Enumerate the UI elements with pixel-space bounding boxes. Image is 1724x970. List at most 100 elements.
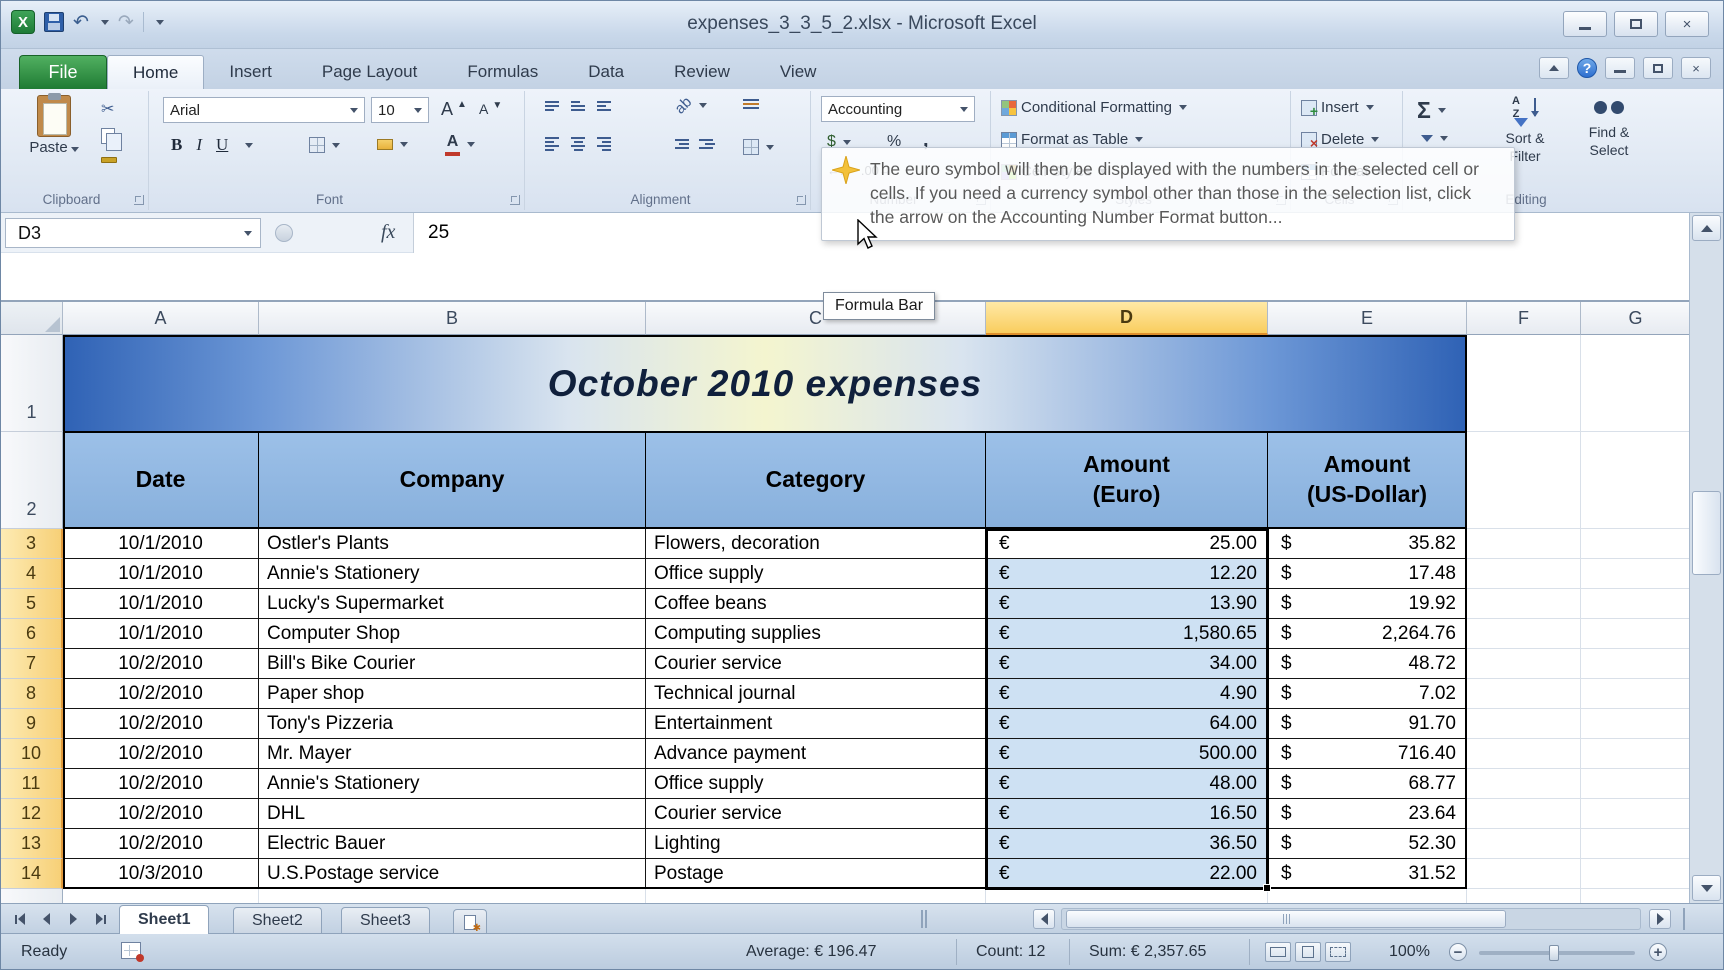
align-center-icon[interactable] — [571, 137, 585, 151]
cell-category[interactable]: Postage — [646, 859, 986, 889]
cell-date[interactable]: 10/1/2010 — [63, 559, 259, 589]
row-header[interactable]: 13 — [1, 829, 63, 859]
minimize-button[interactable] — [1563, 11, 1607, 37]
font-color-button[interactable]: A — [445, 133, 475, 156]
orientation-button[interactable]: ab — [671, 94, 707, 117]
row-header[interactable]: 5 — [1, 589, 63, 619]
cell-category[interactable]: Advance payment — [646, 739, 986, 769]
zoom-in-button[interactable]: + — [1649, 943, 1667, 961]
cell-euro[interactable]: €12.20 — [986, 559, 1268, 589]
cell-euro[interactable]: €4.90 — [986, 679, 1268, 709]
page-break-view-button[interactable] — [1325, 942, 1351, 962]
sheet-tab-sheet3[interactable]: Sheet3 — [341, 907, 430, 934]
alignment-dialog-launcher-icon[interactable] — [796, 195, 806, 205]
cell-f[interactable] — [1467, 589, 1581, 619]
paste-button[interactable]: Paste — [25, 93, 83, 156]
cell-usd[interactable]: $52.30 — [1268, 829, 1467, 859]
wrap-text-button[interactable] — [743, 99, 759, 109]
cell-usd[interactable]: $17.48 — [1268, 559, 1467, 589]
cell-g[interactable] — [1581, 559, 1691, 589]
increase-indent-icon[interactable] — [699, 139, 715, 149]
column-header-b[interactable]: B — [259, 302, 646, 335]
row-header-2[interactable]: 2 — [1, 432, 63, 529]
cell-usd[interactable]: $68.77 — [1268, 769, 1467, 799]
cell-euro[interactable]: €34.00 — [986, 649, 1268, 679]
select-all-corner[interactable] — [1, 302, 63, 335]
horizontal-scroll-thumb[interactable] — [1066, 910, 1506, 928]
cell-category[interactable]: Flowers, decoration — [646, 529, 986, 559]
insert-worksheet-button[interactable] — [453, 909, 487, 934]
tab-formulas[interactable]: Formulas — [442, 55, 563, 89]
cell-g[interactable] — [1581, 859, 1691, 889]
collapse-ribbon-button[interactable] — [1539, 57, 1569, 79]
bold-icon[interactable]: B — [171, 135, 182, 155]
align-left-icon[interactable] — [545, 137, 559, 151]
tab-review[interactable]: Review — [649, 55, 755, 89]
cell-g1[interactable] — [1581, 335, 1691, 432]
cell-usd[interactable]: $91.70 — [1268, 709, 1467, 739]
fill-button[interactable] — [1421, 135, 1448, 142]
cell-euro[interactable]: €36.50 — [986, 829, 1268, 859]
cell-usd[interactable]: $35.82 — [1268, 529, 1467, 559]
row-header[interactable]: 6 — [1, 619, 63, 649]
tab-home[interactable]: Home — [107, 55, 205, 89]
cell-f[interactable] — [1467, 799, 1581, 829]
cell-category[interactable]: Technical journal — [646, 679, 986, 709]
cell-date[interactable]: 10/1/2010 — [63, 619, 259, 649]
tab-insert[interactable]: Insert — [204, 55, 297, 89]
cell-usd[interactable]: $31.52 — [1268, 859, 1467, 889]
tab-data[interactable]: Data — [563, 55, 649, 89]
cut-icon[interactable]: ✂ — [101, 99, 117, 119]
cell-usd[interactable]: $23.64 — [1268, 799, 1467, 829]
cell[interactable] — [1581, 889, 1691, 904]
cell[interactable] — [1268, 889, 1467, 904]
cell-date[interactable]: 10/2/2010 — [63, 799, 259, 829]
cell-f[interactable] — [1467, 709, 1581, 739]
column-header-e[interactable]: E — [1268, 302, 1467, 335]
worksheet-title-cell[interactable]: October 2010 expenses — [63, 335, 1467, 432]
italic-icon[interactable]: I — [196, 135, 202, 155]
cell[interactable] — [63, 889, 259, 904]
cell-date[interactable]: 10/3/2010 — [63, 859, 259, 889]
font-dialog-launcher-icon[interactable] — [510, 195, 520, 205]
column-header-a[interactable]: A — [63, 302, 259, 335]
row-header[interactable]: 9 — [1, 709, 63, 739]
cell-usd[interactable]: $48.72 — [1268, 649, 1467, 679]
cell-euro[interactable]: €13.90 — [986, 589, 1268, 619]
header-amount-euro[interactable]: Amount (Euro) — [986, 432, 1268, 529]
align-middle-icon[interactable] — [571, 101, 585, 111]
page-layout-view-button[interactable] — [1295, 942, 1321, 962]
autosum-button[interactable]: Σ — [1417, 97, 1446, 124]
cell-company[interactable]: Bill's Bike Courier — [259, 649, 646, 679]
format-painter-icon[interactable] — [101, 157, 117, 163]
cell-f[interactable] — [1467, 679, 1581, 709]
workbook-close-button[interactable]: × — [1681, 57, 1711, 79]
zoom-out-button[interactable]: − — [1449, 943, 1467, 961]
underline-caret-icon[interactable] — [245, 142, 254, 148]
underline-icon[interactable]: U — [216, 135, 228, 155]
hscroll-left-button[interactable] — [1033, 909, 1055, 929]
cell-date[interactable]: 10/2/2010 — [63, 769, 259, 799]
shrink-font-button[interactable]: A ▼ — [479, 100, 502, 118]
cell-f[interactable] — [1467, 649, 1581, 679]
cell-euro[interactable]: €1,580.65 — [986, 619, 1268, 649]
cell-company[interactable]: Electric Bauer — [259, 829, 646, 859]
cell-euro[interactable]: €500.00 — [986, 739, 1268, 769]
cell-g[interactable] — [1581, 649, 1691, 679]
sheet-tab-sheet1[interactable]: Sheet1 — [119, 905, 210, 934]
cell-g[interactable] — [1581, 709, 1691, 739]
header-company[interactable]: Company — [259, 432, 646, 529]
cell-g[interactable] — [1581, 679, 1691, 709]
cell-f1[interactable] — [1467, 335, 1581, 432]
cell-g[interactable] — [1581, 799, 1691, 829]
cell-category[interactable]: Courier service — [646, 649, 986, 679]
cell-category[interactable]: Coffee beans — [646, 589, 986, 619]
conditional-formatting-button[interactable]: Conditional Formatting — [1001, 99, 1187, 116]
cell-category[interactable]: Office supply — [646, 559, 986, 589]
cell-date[interactable]: 10/2/2010 — [63, 679, 259, 709]
cell[interactable] — [1467, 889, 1581, 904]
tab-page-layout[interactable]: Page Layout — [297, 55, 442, 89]
cell-usd[interactable]: $19.92 — [1268, 589, 1467, 619]
cell-f[interactable] — [1467, 769, 1581, 799]
font-name-combo[interactable]: Arial — [163, 97, 365, 123]
